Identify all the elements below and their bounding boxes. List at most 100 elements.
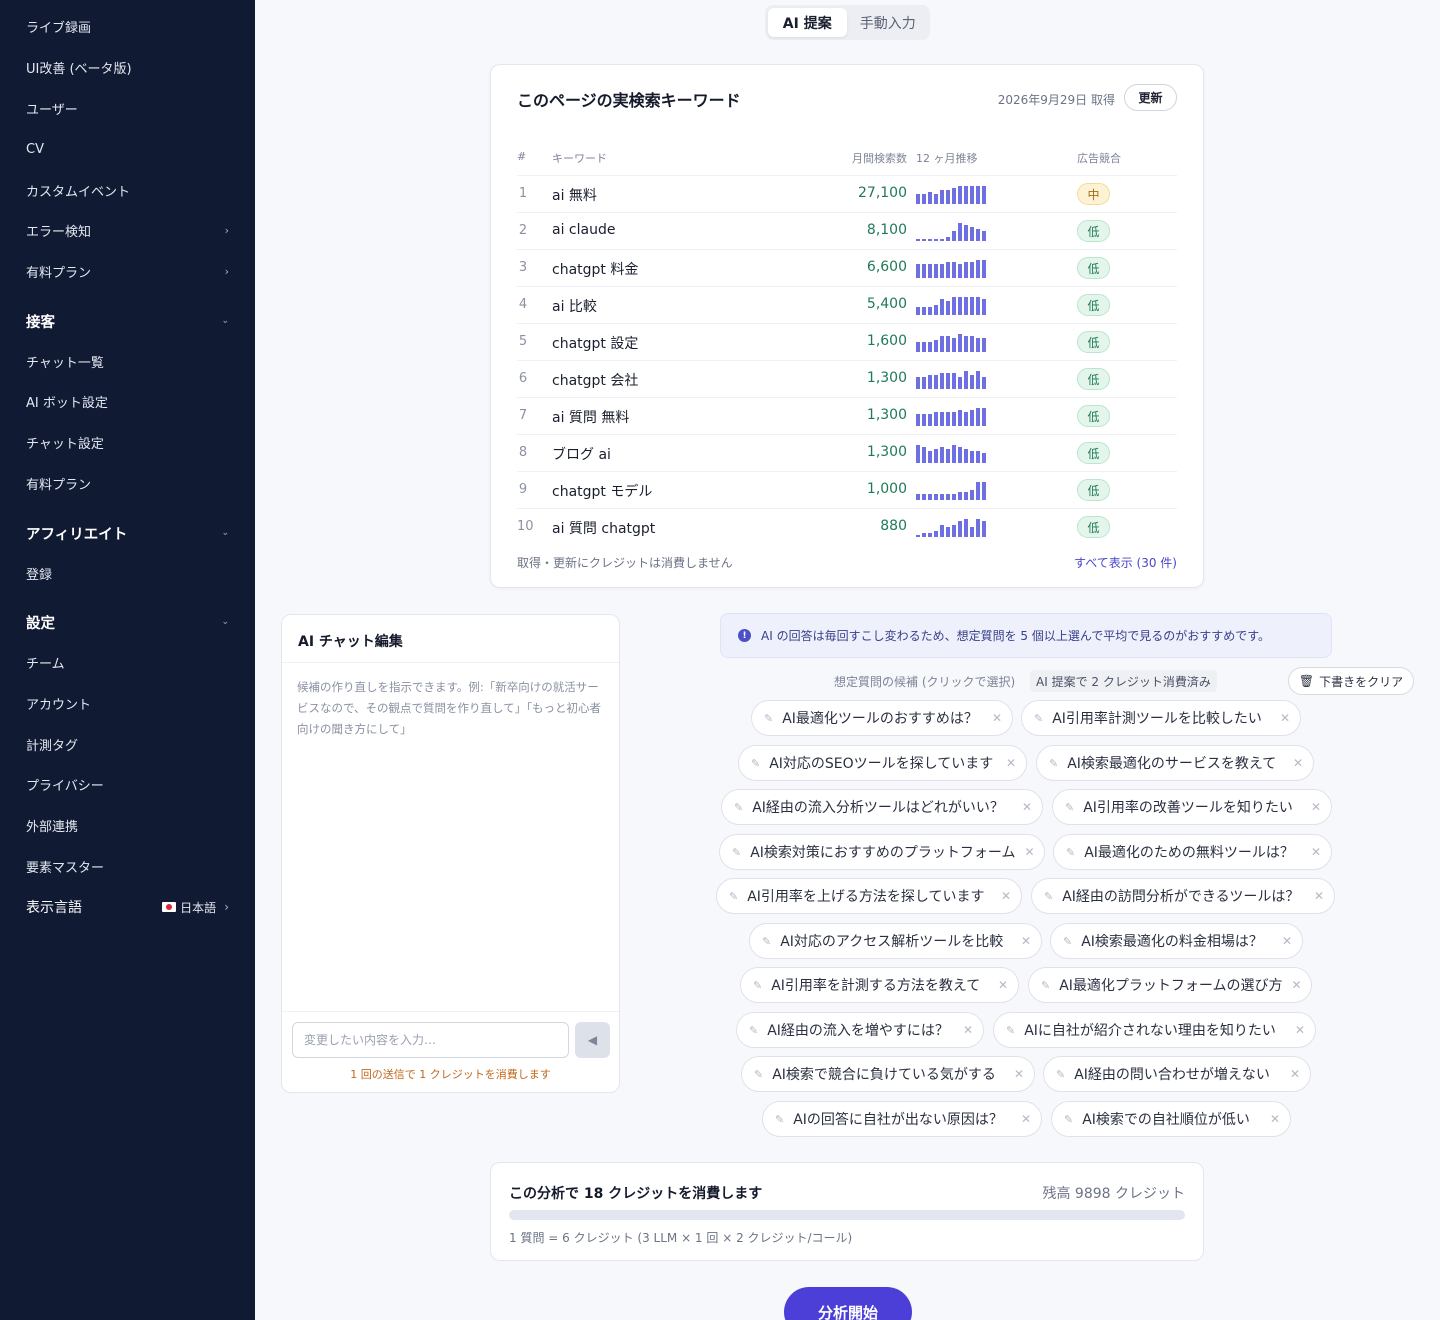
question-chip[interactable]: ✎ AI引用率を計測する方法を教えて ✕ — [740, 967, 1019, 1003]
edit-icon[interactable]: ✎ — [729, 890, 738, 903]
question-chip[interactable]: ✎ AI引用率を上げる方法を探しています ✕ — [716, 878, 1022, 914]
trend-bar — [946, 527, 950, 537]
sidebar-item-chat-list[interactable]: チャット一覧 — [26, 349, 229, 373]
start-analysis-button[interactable]: 分析開始 — [784, 1287, 912, 1320]
sidebar-item-cv[interactable]: CV — [26, 137, 229, 161]
sidebar-item-custom-events[interactable]: カスタムイベント — [26, 178, 229, 202]
edit-icon[interactable]: ✎ — [1034, 712, 1043, 725]
sidebar-item-error-detection[interactable]: エラー検知 › — [26, 218, 229, 242]
sidebar-item-users[interactable]: ユーザー — [26, 96, 229, 120]
question-chip[interactable]: ✎ AI経由の訪問分析ができるツールは？ ✕ — [1031, 878, 1335, 914]
remove-icon[interactable]: ✕ — [1311, 845, 1321, 859]
sidebar-item-live-recording[interactable]: ライブ録画 — [26, 14, 229, 38]
sidebar-item-privacy[interactable]: プライバシー — [26, 772, 229, 796]
question-chip[interactable]: ✎ AI対応のアクセス解析ツールを比較 ✕ — [749, 923, 1042, 959]
question-chip[interactable]: ✎ AI検索対策におすすめのプラットフォーム ✕ — [719, 834, 1045, 870]
trend-bar — [928, 375, 932, 389]
edit-icon[interactable]: ✎ — [1044, 890, 1053, 903]
question-chip[interactable]: ✎ AI経由の問い合わせが増えない ✕ — [1043, 1056, 1311, 1092]
question-chip[interactable]: ✎ AI引用率計測ツールを比較したい ✕ — [1021, 700, 1301, 736]
sidebar-section-affiliate[interactable]: アフィリエイト ⌄ — [26, 521, 229, 545]
question-chip[interactable]: ✎ AI経由の流入分析ツールはどれがいい？ ✕ — [721, 789, 1043, 825]
question-chip[interactable]: ✎ AIの回答に自社が出ない原因は？ ✕ — [762, 1101, 1042, 1137]
remove-icon[interactable]: ✕ — [1292, 978, 1302, 992]
edit-icon[interactable]: ✎ — [1066, 846, 1075, 859]
language-selector[interactable]: 表示言語 日本語 › — [26, 895, 229, 919]
remove-icon[interactable]: ✕ — [1280, 711, 1290, 725]
sidebar-item-chat-settings[interactable]: チャット設定 — [26, 430, 229, 454]
chat-input[interactable] — [292, 1022, 569, 1058]
remove-icon[interactable]: ✕ — [1006, 756, 1016, 770]
edit-icon[interactable]: ✎ — [749, 1024, 758, 1037]
remove-icon[interactable]: ✕ — [992, 711, 1002, 725]
question-chip[interactable]: ✎ AI検索で競合に負けている気がする ✕ — [741, 1056, 1035, 1092]
edit-icon[interactable]: ✎ — [1065, 801, 1074, 814]
trend-bar — [940, 494, 944, 500]
question-chip-text: AI引用率の改善ツールを知りたい — [1083, 800, 1293, 816]
question-chip-text: AI引用率を上げる方法を探しています — [747, 889, 985, 905]
row-number: 9 — [518, 482, 528, 497]
sidebar-item-paid-plan[interactable]: 有料プラン › — [26, 259, 229, 283]
remove-icon[interactable]: ✕ — [1270, 1112, 1280, 1126]
edit-icon[interactable]: ✎ — [753, 979, 762, 992]
remove-icon[interactable]: ✕ — [1021, 934, 1031, 948]
sidebar-item-integrations[interactable]: 外部連携 — [26, 813, 229, 837]
edit-icon[interactable]: ✎ — [751, 757, 760, 770]
edit-icon[interactable]: ✎ — [1049, 757, 1058, 770]
remove-icon[interactable]: ✕ — [1022, 800, 1032, 814]
remove-icon[interactable]: ✕ — [998, 978, 1008, 992]
refresh-button[interactable]: 更新 — [1124, 84, 1177, 111]
question-chip-text: AIに自社が紹介されない理由を知りたい — [1024, 1023, 1276, 1039]
remove-icon[interactable]: ✕ — [1311, 800, 1321, 814]
sidebar-item-tracking-tag[interactable]: 計測タグ — [26, 732, 229, 756]
row-keyword: chatgpt 設定 — [552, 336, 639, 352]
remove-icon[interactable]: ✕ — [1021, 1112, 1031, 1126]
edit-icon[interactable]: ✎ — [1056, 1068, 1065, 1081]
sidebar-item-element-master[interactable]: 要素マスター — [26, 854, 229, 878]
remove-icon[interactable]: ✕ — [1314, 889, 1324, 903]
edit-icon[interactable]: ✎ — [1063, 935, 1072, 948]
remove-icon[interactable]: ✕ — [1290, 1067, 1300, 1081]
sidebar-item-label: チャット設定 — [26, 436, 104, 452]
edit-icon[interactable]: ✎ — [1006, 1024, 1015, 1037]
question-chip[interactable]: ✎ AI最適化のための無料ツールは？ ✕ — [1053, 834, 1332, 870]
question-chip[interactable]: ✎ AI最適化プラットフォームの選び方 ✕ — [1028, 967, 1312, 1003]
sidebar-item-register[interactable]: 登録 — [26, 561, 229, 585]
remove-icon[interactable]: ✕ — [1001, 889, 1011, 903]
remove-icon[interactable]: ✕ — [1295, 1023, 1305, 1037]
question-chip[interactable]: ✎ AI検索最適化の料金相場は？ ✕ — [1050, 923, 1303, 959]
edit-icon[interactable]: ✎ — [1041, 979, 1050, 992]
question-chip[interactable]: ✎ AI最適化ツールのおすすめは？ ✕ — [751, 700, 1013, 736]
sidebar-section-settings[interactable]: 設定 ⌄ — [26, 610, 229, 634]
info-banner: ! AI の回答は毎回すこし変わるため、想定質問を 5 個以上選んで平均で見るの… — [720, 613, 1332, 658]
remove-icon[interactable]: ✕ — [1025, 845, 1035, 859]
edit-icon[interactable]: ✎ — [762, 935, 771, 948]
question-chip[interactable]: ✎ AI経由の流入を増やすには？ ✕ — [736, 1012, 984, 1048]
sidebar-item-support-paid-plan[interactable]: 有料プラン — [26, 471, 229, 495]
remove-icon[interactable]: ✕ — [1282, 934, 1292, 948]
question-chip[interactable]: ✎ AI引用率の改善ツールを知りたい ✕ — [1052, 789, 1332, 825]
question-chip[interactable]: ✎ AI検索での自社順位が低い ✕ — [1051, 1101, 1291, 1137]
sidebar-item-ui-improvement[interactable]: UI改善 (ベータ版) — [26, 55, 229, 79]
edit-icon[interactable]: ✎ — [734, 801, 743, 814]
tab-ai-suggest[interactable]: AI 提案 — [768, 8, 847, 37]
edit-icon[interactable]: ✎ — [764, 712, 773, 725]
remove-icon[interactable]: ✕ — [1014, 1067, 1024, 1081]
remove-icon[interactable]: ✕ — [963, 1023, 973, 1037]
question-chip[interactable]: ✎ AI対応のSEOツールを探しています ✕ — [738, 745, 1027, 781]
clear-draft-button[interactable]: 🗑 下書きをクリア — [1288, 667, 1414, 695]
question-chip[interactable]: ✎ AI検索最適化のサービスを教えて ✕ — [1036, 745, 1314, 781]
edit-icon[interactable]: ✎ — [1064, 1113, 1073, 1126]
edit-icon[interactable]: ✎ — [754, 1068, 763, 1081]
tab-manual-input[interactable]: 手動入力 — [849, 8, 928, 37]
edit-icon[interactable]: ✎ — [732, 846, 741, 859]
question-chip[interactable]: ✎ AIに自社が紹介されない理由を知りたい ✕ — [993, 1012, 1316, 1048]
send-button[interactable]: ◀ — [575, 1022, 610, 1058]
show-all-link[interactable]: すべて表示 (30 件) — [1074, 554, 1177, 571]
remove-icon[interactable]: ✕ — [1293, 756, 1303, 770]
edit-icon[interactable]: ✎ — [775, 1113, 784, 1126]
sidebar-section-support[interactable]: 接客 ⌄ — [26, 309, 229, 333]
sidebar-item-team[interactable]: チーム — [26, 650, 229, 674]
sidebar-item-ai-bot-settings[interactable]: AI ボット設定 — [26, 389, 229, 413]
sidebar-item-account[interactable]: アカウント — [26, 691, 229, 715]
